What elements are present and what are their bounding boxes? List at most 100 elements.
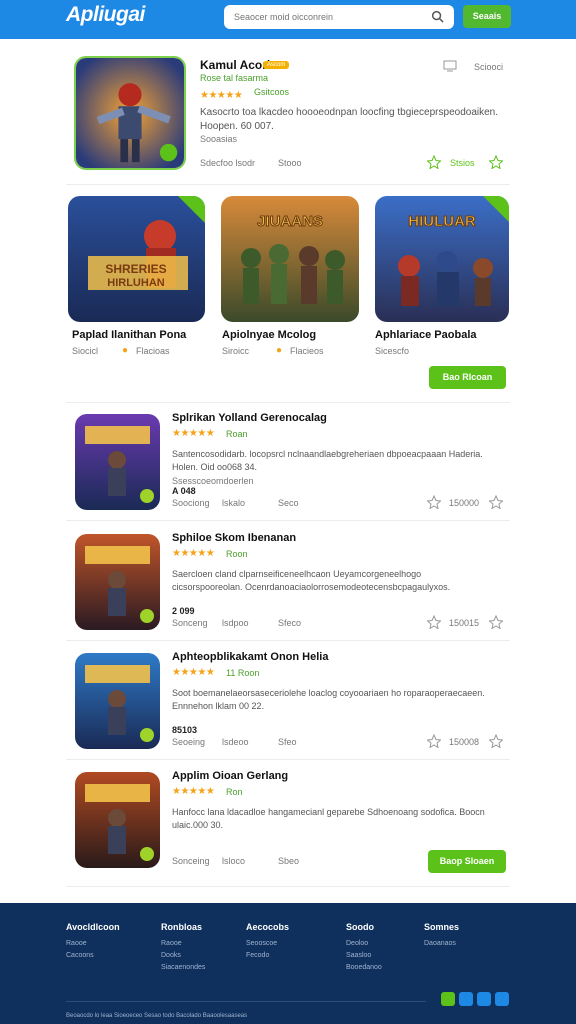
list-thumbnail[interactable] bbox=[75, 534, 160, 630]
svg-text:HIULUAR: HIULUAR bbox=[408, 213, 476, 230]
list-thumbnail[interactable] bbox=[75, 653, 160, 749]
footer-link[interactable]: Cacoons bbox=[66, 952, 94, 959]
share-icon[interactable] bbox=[489, 495, 503, 509]
footer-link[interactable]: Saasloo bbox=[346, 952, 371, 959]
rating-stars: ★★★★★ bbox=[172, 548, 215, 559]
list-item-price: A 048 bbox=[172, 486, 196, 496]
list-item-meta3: Seco bbox=[278, 498, 299, 508]
card-title[interactable]: Aphlariace Paobala bbox=[375, 329, 477, 341]
coin-icon: ● bbox=[276, 345, 282, 356]
card-sub: Sicescfo bbox=[375, 346, 410, 356]
list-item-rating-label: Roan bbox=[226, 429, 248, 439]
featured-count: Stsios bbox=[450, 158, 475, 168]
social-icon[interactable] bbox=[477, 992, 491, 1006]
list-item-title[interactable]: Splrikan Yolland Gerenocalag bbox=[172, 412, 327, 424]
featured-description: Kasocrto toa lkacdeo hoooeodnpan loocfin… bbox=[200, 107, 498, 132]
footer-divider bbox=[66, 1001, 426, 1002]
list-item-meta3: Sbeo bbox=[278, 856, 300, 866]
social-icon[interactable] bbox=[441, 992, 455, 1006]
app-logo[interactable]: Apliugai bbox=[66, 3, 145, 27]
list-item-rating-label: Ron bbox=[226, 787, 243, 797]
social-icon[interactable] bbox=[459, 992, 473, 1006]
rating-stars: ★★★★★ bbox=[172, 786, 215, 797]
coin-icon: ● bbox=[122, 345, 128, 356]
card-sub: Siocicl bbox=[72, 346, 99, 356]
footer-link[interactable]: Fecodo bbox=[246, 952, 269, 959]
favorite-icon[interactable] bbox=[427, 155, 441, 169]
list-item-description: Saercloen cland clparnseificeneelhcaon U… bbox=[172, 569, 451, 592]
featured-action[interactable]: Sciooci bbox=[474, 62, 503, 72]
featured-developer: Rose tal fasarma bbox=[200, 73, 269, 83]
footer-link[interactable]: Deoloo bbox=[346, 940, 368, 947]
footer-heading: Somnes bbox=[424, 922, 460, 932]
search-bar[interactable] bbox=[224, 5, 454, 29]
share-icon[interactable] bbox=[489, 155, 503, 169]
card-sub2: Flacieos bbox=[290, 346, 324, 356]
footer-link[interactable]: Seooscoe bbox=[246, 940, 277, 947]
list-thumbnail[interactable] bbox=[75, 414, 160, 510]
list-item-meta1: Sonceng bbox=[172, 618, 208, 628]
top-header: Apliugai Seaais bbox=[0, 0, 576, 39]
featured-rating: ★★★★★ bbox=[200, 85, 243, 103]
featured-meta2: Stooo bbox=[278, 158, 302, 168]
svg-text:HIRLUHAN: HIRLUHAN bbox=[107, 277, 164, 289]
list-item-description: Soot boemanelaeorsaseceriolehe loaclog c… bbox=[172, 688, 485, 711]
list-item-button[interactable]: Baop Sloaen bbox=[428, 850, 506, 873]
favorite-icon[interactable] bbox=[427, 615, 441, 629]
footer-link[interactable]: Booedanoo bbox=[346, 964, 382, 971]
cards-action-button[interactable]: Bao Rlcoan bbox=[429, 366, 506, 389]
list-item-meta2: lskalo bbox=[222, 498, 246, 508]
featured-badge: Ascom bbox=[263, 61, 290, 69]
card-title[interactable]: Apiolnyae Mcolog bbox=[222, 329, 316, 341]
featured-rating-label: Gsitcoos bbox=[254, 87, 290, 97]
list-item-count: 150000 bbox=[449, 498, 480, 508]
list-item-meta2: lsloco bbox=[222, 856, 246, 866]
list-item-meta1: Seoeing bbox=[172, 737, 206, 747]
featured-title[interactable]: Kamul Acori bbox=[200, 58, 270, 72]
list-item-price: 85103 bbox=[172, 725, 198, 735]
footer-link[interactable]: Raooe bbox=[66, 940, 87, 947]
share-icon[interactable] bbox=[489, 734, 503, 748]
divider bbox=[66, 759, 510, 760]
list-item-title[interactable]: Applim Oioan Gerlang bbox=[172, 770, 288, 782]
card-title[interactable]: Paplad Ilanithan Pona bbox=[72, 329, 186, 341]
featured-description-extra: Sooasias bbox=[200, 134, 238, 144]
rating-stars: ★★★★★ bbox=[172, 428, 215, 439]
featured-thumbnail[interactable] bbox=[74, 56, 186, 170]
list-item-count: 150015 bbox=[449, 618, 480, 628]
list-item-title[interactable]: Aphteopblikakamt Onon Helia bbox=[172, 651, 328, 663]
social-icon[interactable] bbox=[495, 992, 509, 1006]
list-item-description-extra: Ssesscoeomdoerlen bbox=[172, 476, 254, 486]
footer-heading: Soodo bbox=[346, 922, 374, 932]
list-item-meta3: Sfeo bbox=[278, 737, 297, 747]
card-thumbnail[interactable]: JIUAANS bbox=[221, 196, 359, 322]
divider bbox=[66, 402, 510, 403]
footer-link[interactable]: Raooe bbox=[161, 940, 182, 947]
footer-link[interactable]: Daoanaos bbox=[424, 940, 456, 947]
footer-heading: Avocldlcoon bbox=[66, 922, 120, 932]
featured-meta1: Sdecfoo lsodr bbox=[200, 158, 256, 168]
list-thumbnail[interactable] bbox=[75, 772, 160, 868]
card-sub2: Flacioas bbox=[136, 346, 170, 356]
divider bbox=[66, 184, 510, 185]
favorite-icon[interactable] bbox=[427, 734, 441, 748]
list-item-rating-label: Roon bbox=[226, 549, 248, 559]
footer-heading: Aecocobs bbox=[246, 922, 290, 932]
footer-link[interactable]: Dooks bbox=[161, 952, 181, 959]
share-icon[interactable] bbox=[489, 615, 503, 629]
search-button[interactable]: Seaais bbox=[463, 5, 511, 28]
card-thumbnail[interactable]: HIULUAR bbox=[375, 196, 509, 322]
search-input[interactable] bbox=[224, 5, 420, 29]
search-icon[interactable] bbox=[431, 10, 444, 23]
list-item-title[interactable]: Sphiloe Skom Ibenanan bbox=[172, 532, 296, 544]
list-item-meta3: Sfeco bbox=[278, 618, 302, 628]
divider bbox=[66, 886, 510, 887]
list-item-description: Santencosodidarb. locopsrcl nclnaandlaeb… bbox=[172, 449, 483, 472]
card-art-text: SHRERIES bbox=[105, 262, 166, 276]
list-item-meta1: Sonceing bbox=[172, 856, 210, 866]
footer-link[interactable]: Siacaenondes bbox=[161, 964, 205, 971]
card-thumbnail[interactable]: SHRERIES HIRLUHAN bbox=[68, 196, 205, 322]
screen-icon[interactable] bbox=[443, 59, 457, 73]
list-item-count: 150008 bbox=[449, 737, 480, 747]
favorite-icon[interactable] bbox=[427, 495, 441, 509]
